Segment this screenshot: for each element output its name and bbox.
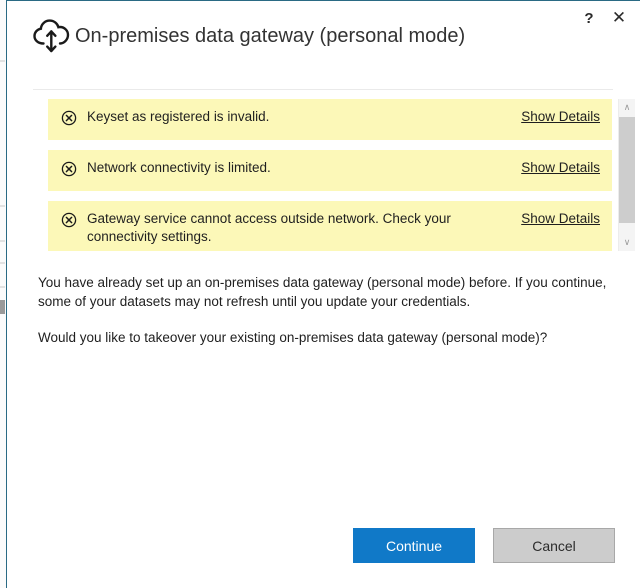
- page-title: On-premises data gateway (personal mode): [75, 24, 466, 47]
- notification-message: Keyset as registered is invalid.: [87, 109, 270, 124]
- error-circle-x-icon: [61, 108, 77, 131]
- help-icon[interactable]: ?: [574, 5, 604, 31]
- cloud-upload-download-icon: [31, 17, 73, 55]
- scrollbar-thumb[interactable]: [619, 117, 635, 223]
- gateway-dialog: ? ✕ On-premises data gateway (personal m…: [6, 0, 640, 588]
- scroll-down-icon[interactable]: ∨: [619, 234, 635, 251]
- notification-viewport: Keyset as registered is invalid. Show De…: [48, 99, 612, 251]
- notification-message: Network connectivity is limited.: [87, 160, 271, 175]
- scroll-up-icon[interactable]: ∧: [619, 99, 635, 116]
- show-details-link[interactable]: Show Details: [521, 160, 600, 175]
- notification-item: Network connectivity is limited. Show De…: [48, 150, 612, 191]
- notification-list: Keyset as registered is invalid. Show De…: [7, 99, 640, 251]
- body-paragraph-1: You have already set up an on-premises d…: [38, 275, 607, 309]
- header-divider: [33, 89, 613, 90]
- dialog-footer: Continue Cancel: [7, 528, 640, 563]
- error-circle-x-icon: [61, 159, 77, 182]
- continue-button[interactable]: Continue: [353, 528, 475, 563]
- notification-item: Gateway service cannot access outside ne…: [48, 201, 612, 251]
- show-details-link[interactable]: Show Details: [521, 109, 600, 124]
- dialog-title-row: On-premises data gateway (personal mode): [31, 17, 465, 55]
- error-circle-x-icon: [61, 210, 77, 233]
- cancel-button[interactable]: Cancel: [493, 528, 615, 563]
- notification-item: Keyset as registered is invalid. Show De…: [48, 99, 612, 140]
- close-icon[interactable]: ✕: [604, 5, 634, 31]
- dialog-titlebar: ? ✕ On-premises data gateway (personal m…: [7, 1, 640, 90]
- show-details-link[interactable]: Show Details: [521, 211, 600, 226]
- notification-scrollbar[interactable]: ∧ ∨: [618, 99, 635, 251]
- window-controls: ? ✕: [574, 5, 634, 31]
- notification-message: Gateway service cannot access outside ne…: [87, 211, 451, 244]
- dialog-body: You have already set up an on-premises d…: [38, 273, 618, 364]
- body-paragraph-2: Would you like to takeover your existing…: [38, 330, 548, 345]
